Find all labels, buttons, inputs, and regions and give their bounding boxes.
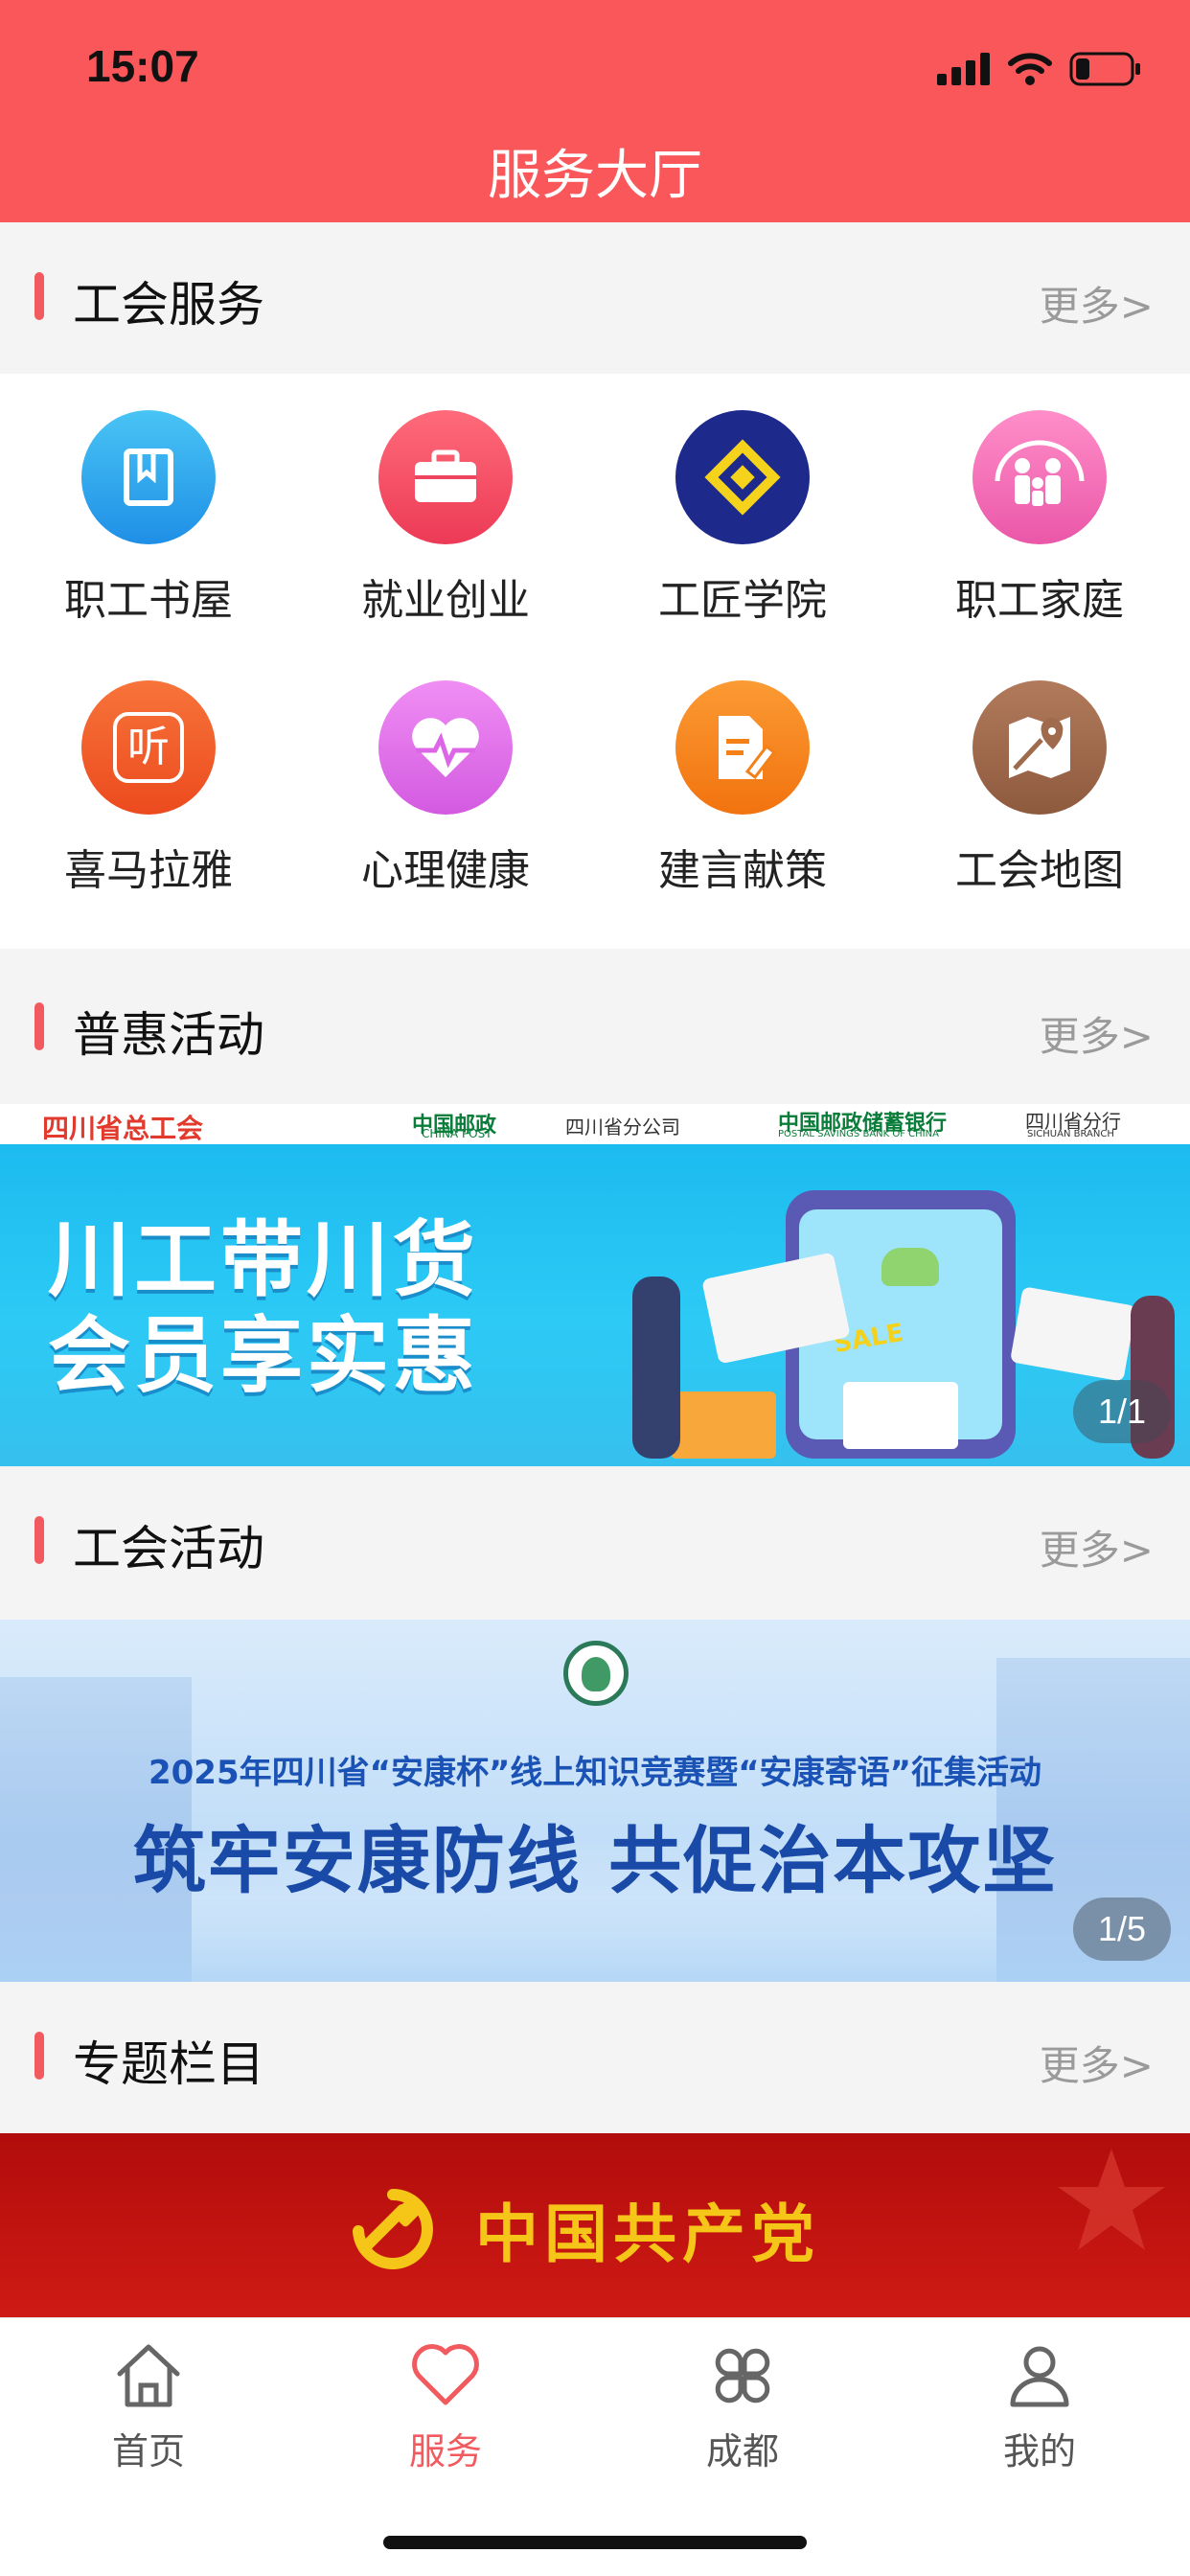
tab-label: 我的 xyxy=(1002,2430,1076,2472)
section-special-topics: 专题栏目 更多> xyxy=(0,1982,1190,2133)
activity-banner[interactable]: 2025年四川省“安康杯”线上知识竞赛暨“安康寄语”征集活动 筑牢安康防线 共促… xyxy=(0,1620,1190,1982)
org-union-label: 四川省总工会 xyxy=(42,1113,204,1144)
tab-profile[interactable]: 我的 xyxy=(891,2318,1188,2510)
tab-chengdu[interactable]: 成都 xyxy=(594,2318,891,2510)
section-title: 工会服务 xyxy=(73,277,264,333)
service-label: 心理健康 xyxy=(361,846,530,895)
tab-label: 首页 xyxy=(111,2430,185,2472)
service-label: 喜马拉雅 xyxy=(64,846,233,895)
service-label: 就业创业 xyxy=(361,576,530,625)
book-icon xyxy=(81,410,216,544)
heart-pulse-icon xyxy=(378,680,513,815)
wifi-icon xyxy=(1008,53,1052,85)
profile-icon xyxy=(1010,2346,1069,2407)
section-title: 工会活动 xyxy=(73,1521,264,1576)
battery-icon xyxy=(1069,52,1140,86)
section-accent xyxy=(34,2032,44,2080)
header: 15:07 服务大厅 xyxy=(0,0,1190,222)
more-link[interactable]: 更多> xyxy=(1040,1004,1154,1063)
section-title: 专题栏目 xyxy=(73,2036,264,2092)
status-time: 15:07 xyxy=(86,41,199,91)
person-illustration xyxy=(632,1276,680,1459)
org-bank-branch-en-label: SICHUAN BRANCH xyxy=(1027,1129,1114,1139)
service-label: 建言献策 xyxy=(658,846,827,895)
banner-base xyxy=(0,1898,1190,1982)
listen-icon: 听 xyxy=(81,680,216,815)
benefit-banner[interactable]: 四川省总工会 中国邮政 CHINA POST 四川省分公司 中国邮政储蓄银行 P… xyxy=(0,1104,1190,1466)
status-icons xyxy=(937,48,1142,90)
tab-services[interactable]: 服务 xyxy=(297,2318,594,2510)
service-item-mental-health[interactable]: 心理健康 xyxy=(297,644,594,895)
banner-headline-2: 会员享实惠 xyxy=(48,1308,479,1404)
briefcase-icon xyxy=(378,410,513,544)
home-indicator[interactable] xyxy=(383,2536,807,2549)
service-item-union-map[interactable]: 工会地图 xyxy=(891,644,1188,895)
map-pin-icon xyxy=(973,680,1107,815)
section-accent xyxy=(34,272,44,320)
service-item-suggestions[interactable]: 建言献策 xyxy=(594,644,891,895)
section-union-activities: 工会活动 更多> xyxy=(0,1466,1190,1618)
service-item-staff-family[interactable]: 职工家庭 xyxy=(891,374,1188,625)
org-bank-en-label: POSTAL SAVINGS BANK OF CHINA xyxy=(778,1129,939,1139)
service-item-staff-bookhouse[interactable]: 职工书屋 xyxy=(0,374,297,625)
star-icon xyxy=(1058,2149,1165,2250)
service-label: 职工家庭 xyxy=(955,576,1124,625)
heart-icon xyxy=(412,2344,479,2405)
topic-banner[interactable]: 中国共产党 xyxy=(0,2133,1190,2317)
org-post-en-label: CHINA POST xyxy=(422,1127,492,1140)
service-item-ximalaya[interactable]: 听 喜马拉雅 xyxy=(0,644,297,895)
topic-headline: 中国共产党 xyxy=(475,2196,820,2271)
section-union-services: 工会服务 更多> xyxy=(0,222,1190,374)
more-link[interactable]: 更多> xyxy=(1040,274,1154,333)
activity-subtitle: 2025年四川省“安康杯”线上知识竞赛暨“安康寄语”征集活动 xyxy=(148,1754,1041,1792)
activity-headline: 筑牢安康防线 共促治本攻坚 xyxy=(132,1818,1058,1903)
section-title: 普惠活动 xyxy=(73,1007,264,1063)
section-accent xyxy=(34,1516,44,1564)
service-item-employment[interactable]: 就业创业 xyxy=(297,374,594,625)
section-accent xyxy=(34,1002,44,1050)
banner-counter: 1/5 xyxy=(1073,1898,1171,1961)
banner-org-strip: 四川省总工会 中国邮政 CHINA POST 四川省分公司 中国邮政储蓄银行 P… xyxy=(0,1104,1190,1144)
party-emblem-icon xyxy=(353,2189,433,2269)
more-link[interactable]: 更多> xyxy=(1040,2034,1154,2092)
service-label: 工匠学院 xyxy=(658,576,827,625)
page-title: 服务大厅 xyxy=(488,145,702,207)
more-link[interactable]: 更多> xyxy=(1040,1518,1154,1576)
family-icon xyxy=(973,410,1107,544)
banner-counter: 1/1 xyxy=(1073,1380,1171,1443)
services-grid: 职工书屋 就业创业 工匠学院 职工家庭 听 喜马拉雅 心理健康 建言献策 工会地… xyxy=(0,374,1190,949)
tab-label: 成都 xyxy=(705,2430,779,2472)
section-benefits: 普惠活动 更多> xyxy=(0,953,1190,1104)
tab-home[interactable]: 首页 xyxy=(0,2318,297,2510)
service-item-craftsman-academy[interactable]: 工匠学院 xyxy=(594,374,891,625)
emblem-logo xyxy=(563,1641,629,1706)
grid-icon xyxy=(715,2348,770,2404)
document-edit-icon xyxy=(675,680,810,815)
signal-icon xyxy=(937,53,990,85)
bank-card-illustration xyxy=(1009,1286,1137,1382)
gift-box-illustration xyxy=(671,1392,776,1459)
craftsman-logo-icon xyxy=(675,410,810,544)
service-label: 职工书屋 xyxy=(64,576,233,625)
home-icon xyxy=(117,2344,180,2407)
org-post-branch-label: 四川省分公司 xyxy=(565,1116,680,1138)
tab-label: 服务 xyxy=(408,2430,482,2472)
service-label: 工会地图 xyxy=(955,846,1124,895)
